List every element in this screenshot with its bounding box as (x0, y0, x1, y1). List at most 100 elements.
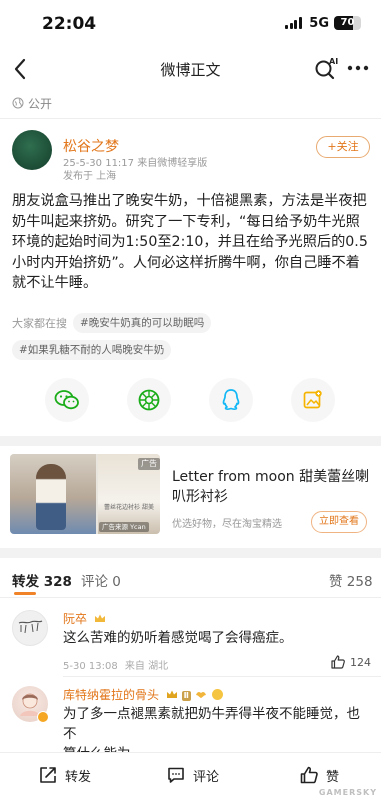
post-body-line: 就不让牛睡。 (12, 275, 98, 291)
topic-tag[interactable]: #如果乳糖不耐的人喝晚安牛奶 (12, 340, 172, 360)
comment-author[interactable]: 库特纳霍拉的骨头 Ⅱ (63, 686, 223, 703)
comment-time: 5-30 13:08 (63, 661, 118, 672)
ad-title[interactable]: Letter from moon 甜美蕾丝喇叭形衬衫 (172, 467, 372, 507)
share-row (0, 378, 381, 422)
level-badge: Ⅱ (181, 691, 191, 701)
repost-icon (40, 767, 56, 783)
crown-badge-icon (94, 613, 106, 624)
trending-topics: 大家都在搜 #晚安牛奶真的可以助眠吗 #如果乳糖不耐的人喝晚安牛奶 (12, 313, 372, 367)
more-icon (347, 65, 369, 71)
tab-like[interactable]: 赞 258 (329, 570, 373, 590)
author-avatar[interactable] (12, 130, 52, 170)
status-bar: 22:04 5G 70 (0, 0, 381, 44)
interaction-tabs: 转发 328 评论 0 赞 258 (0, 566, 381, 595)
battery-percent: 70 (340, 17, 355, 28)
ad-image[interactable]: 蕾丝花边衬衫 甜美 广告 广告来源 Ycan (10, 454, 160, 534)
qzone-icon (303, 390, 322, 409)
repost-label: 转发 (65, 769, 92, 785)
tab-like-count: 258 (346, 574, 373, 590)
post-meta: 25-5-30 11:17 来自微博轻享版 发布于 上海 (63, 157, 207, 183)
emoji-badge-icon (211, 689, 223, 700)
thumbs-up-icon (331, 655, 345, 669)
comment-button[interactable]: 评论 (166, 765, 219, 785)
crown-badge-icon (166, 689, 178, 700)
post-body-line: 奶牛叫起来挤奶。研究了一下专利，“每日给予奶牛光照 (12, 213, 360, 230)
comment-item: 阮卒 这么苦难的奶听着感觉喝了会得癌症。 5-30 13:08 来自 湖北 12… (0, 610, 381, 672)
watermark: GAMERSKY (318, 788, 377, 797)
more-button[interactable] (345, 58, 371, 78)
comment-avatar[interactable] (12, 610, 48, 646)
verified-badge-icon (37, 711, 49, 723)
comment-author[interactable]: 阮卒 (63, 610, 106, 627)
status-time: 22:04 (42, 14, 97, 34)
moments-icon (138, 389, 160, 411)
comment-like-button[interactable]: 124 (330, 654, 371, 670)
follow-button[interactable]: +关注 (316, 136, 370, 158)
post-body-line: 小时内开始挤奶”。人何必这样折腾牛啊，你自己睡不着 (12, 254, 360, 271)
like-label: 赞 (326, 769, 340, 785)
wing-badge-icon (195, 689, 207, 699)
battery-icon: 70 (334, 16, 361, 30)
tab-comment-label: 评论 (81, 574, 108, 590)
repost-button[interactable]: 转发 (38, 765, 91, 785)
wechat-icon (54, 390, 79, 410)
section-gap (0, 548, 381, 558)
avatar-sketch-icon (18, 620, 43, 634)
tab-like-label: 赞 (329, 574, 343, 590)
ad-model-figure (36, 464, 66, 530)
trending-label: 大家都在搜 (12, 317, 67, 330)
ad-corner-label: 广告 (138, 458, 160, 470)
ad-view-button[interactable]: 立即查看 (311, 511, 367, 533)
comment-avatar[interactable] (12, 686, 49, 723)
tab-active-indicator (14, 592, 36, 595)
comment-source: 来自 湖北 (124, 661, 169, 672)
post-time-source: 25-5-30 11:17 来自微博轻享版 (63, 158, 208, 169)
qq-icon (222, 389, 240, 411)
tab-repost[interactable]: 转发 328 (12, 570, 72, 590)
ad-image-caption: 蕾丝花边衬衫 甜美 (104, 504, 154, 511)
ad-subtitle: 优选好物，尽在淘宝精选 (172, 519, 282, 530)
ad-card[interactable]: 蕾丝花边衬衫 甜美 广告 广告来源 Ycan Letter from moon … (0, 448, 381, 540)
comment-author-name: 库特纳霍拉的骨头 (63, 688, 160, 702)
share-qq-button[interactable] (209, 378, 253, 422)
network-type: 5G (309, 15, 329, 31)
divider (0, 118, 381, 119)
ad-source-label: 广告来源 Ycan (99, 522, 149, 532)
share-qzone-button[interactable] (291, 378, 335, 422)
globe-icon (12, 97, 24, 109)
share-moments-button[interactable] (127, 378, 171, 422)
like-button[interactable]: 赞 (299, 765, 339, 785)
post-body-line: 环境的起始时间为1:50至2:10，并且在给予光照后的0.5 (12, 234, 368, 250)
comment-author-name: 阮卒 (63, 612, 88, 626)
post-body-line: 朋友说盒马推出了晚安牛奶，十倍褪黑素，方法是半夜把 (12, 193, 367, 209)
tab-repost-count: 328 (43, 574, 72, 590)
divider (63, 676, 381, 677)
status-indicators: 5G 70 (285, 15, 361, 31)
visibility-indicator: 公开 (12, 95, 52, 111)
comment-text: 这么苦难的奶听着感觉喝了会得癌症。 (63, 630, 293, 646)
tab-repost-label: 转发 (12, 574, 39, 590)
tab-comment[interactable]: 评论 0 (81, 570, 121, 590)
tab-comment-count: 0 (112, 574, 121, 590)
post-body: 朋友说盒马推出了晚安牛奶，十倍褪黑素，方法是半夜把 奶牛叫起来挤奶。研究了一下专… (12, 191, 372, 294)
svg-text:AI: AI (329, 57, 338, 66)
divider (0, 597, 381, 598)
signal-icon (285, 17, 303, 29)
thumbs-up-icon (300, 766, 318, 784)
nav-bar: 微博正文 AI (0, 50, 381, 88)
bottom-action-bar: 转发 评论 赞 GAMERSKY (0, 752, 381, 800)
ai-search-icon: AI (315, 57, 338, 80)
author-name[interactable]: 松谷之梦 (63, 136, 119, 156)
topic-tag[interactable]: #晚安牛奶真的可以助眠吗 (73, 313, 212, 333)
comment-item: 库特纳霍拉的骨头 Ⅱ 为了多一点褪黑素就把奶牛弄得半夜不能睡觉，也不 算什么能为 (0, 686, 381, 762)
comment-icon (168, 767, 184, 783)
share-wechat-button[interactable] (45, 378, 89, 422)
comment-like-count: 124 (350, 655, 371, 669)
ai-search-button[interactable]: AI (313, 56, 339, 82)
post-location: 发布于 上海 (63, 171, 117, 182)
visibility-label: 公开 (28, 96, 53, 111)
section-gap (0, 436, 381, 446)
comment-text-line: 为了多一点褪黑素就把奶牛弄得半夜不能睡觉，也不 (63, 706, 360, 742)
comment-meta: 5-30 13:08 来自 湖北 (63, 657, 168, 672)
comment-label: 评论 (193, 769, 220, 785)
